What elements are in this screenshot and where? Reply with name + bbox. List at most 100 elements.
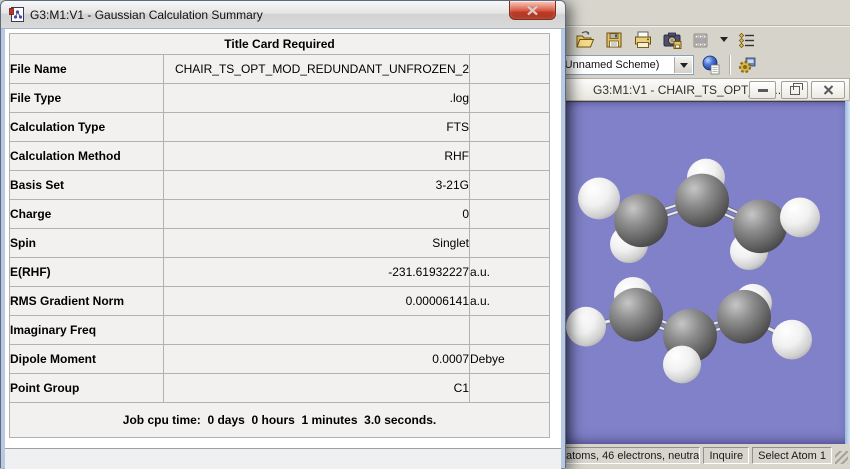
main-toolbar [556,27,850,52]
item-list-icon[interactable] [737,30,757,50]
cell-label: Basis Set [9,170,164,200]
cell-label: E(RHF) [9,257,164,287]
dialog-titlebar[interactable]: G3:M1:V1 - Gaussian Calculation Summary [1,1,565,29]
summary-table: Title Card Required File Name CHAIR_TS_OP… [9,33,550,438]
hydrogen-atom[interactable] [772,319,812,360]
cell-value: C1 [163,373,470,403]
table-row: Charge 0 [9,199,550,229]
preferences-gear-icon [738,57,756,74]
movie-icon[interactable] [691,30,711,50]
cell-label: Imaginary Freq [9,315,164,345]
child-window-right-frame [845,101,850,444]
table-header-row: Title Card Required [9,33,550,55]
cell-label: Spin [9,228,164,258]
atom-layer [566,158,820,384]
table-row: Calculation Type FTS [9,112,550,142]
cell-label: Calculation Method [9,141,164,171]
chevron-down-icon [679,62,688,68]
cell-label: File Name [9,54,164,84]
scheme-orb-button[interactable] [699,54,723,76]
cell-unit [469,54,550,84]
child-close-button[interactable] [811,81,845,99]
cell-value [163,315,470,345]
close-icon [526,4,539,16]
resize-grip[interactable] [835,451,848,464]
cell-value: 0.0007 [163,344,470,374]
status-bar: atoms, 46 electrons, neutral, sin Inquir… [556,444,850,468]
table-footer-row: Job cpu time: 0 days 0 hours 1 minutes 3… [9,402,550,438]
molecule-viewport[interactable] [562,101,845,444]
cell-value: RHF [163,141,470,171]
child-restore-button[interactable] [781,81,808,99]
cell-unit: Debye [469,344,550,374]
status-molecule-info: atoms, 46 electrons, neutral, sin [560,447,701,464]
hydrogen-atom[interactable] [566,306,606,347]
cell-unit: a.u. [469,286,550,316]
dialog-close-button[interactable] [509,1,556,20]
cell-unit [469,83,550,113]
cell-value: FTS [163,112,470,142]
carbon-atom[interactable] [609,287,663,342]
close-icon [823,85,833,95]
preferences-button[interactable] [735,54,759,76]
scheme-combo-value: (Unnamed Scheme) [561,59,660,71]
molecule-canvas [566,158,820,384]
summary-table-body: File Name CHAIR_TS_OPT_MOD_REDUNDANT_UNFR… [9,54,550,403]
cell-value: 0.00006141 [163,286,470,316]
cell-unit [469,373,550,403]
minimize-icon [757,88,768,92]
status-select-atom: Select Atom 1 [752,447,832,464]
carbon-atom[interactable] [733,199,787,254]
cell-value: CHAIR_TS_OPT_MOD_REDUNDANT_UNFROZEN_2 [163,54,470,84]
table-row: File Type .log [9,83,550,113]
dialog-bottom-strip [5,448,561,469]
cell-unit [469,170,550,200]
table-row: Spin Singlet [9,228,550,258]
cell-value: 3-21G [163,170,470,200]
cell-value: 0 [163,199,470,229]
cell-label: Calculation Type [9,112,164,142]
scheme-combo-dropdown-button[interactable] [674,57,692,73]
calculation-summary-dialog: G3:M1:V1 - Gaussian Calculation Summary … [0,0,566,469]
job-cpu-time: Job cpu time: 0 days 0 hours 1 minutes 3… [9,402,550,438]
cell-unit [469,199,550,229]
molecule-child-window: G3:M1:V1 - CHAIR_TS_OPT_MO... [562,78,850,444]
dialog-body: Title Card Required File Name CHAIR_TS_OP… [5,29,561,469]
hydrogen-atom[interactable] [663,345,701,384]
scheme-combo[interactable]: (Unnamed Scheme) [556,55,694,75]
cell-value: .log [163,83,470,113]
cell-label: RMS Gradient Norm [9,286,164,316]
child-window-titlebar[interactable]: G3:M1:V1 - CHAIR_TS_OPT_MO... [562,78,850,101]
cell-unit [469,228,550,258]
table-row: Dipole Moment 0.0007 Debye [9,344,550,374]
cell-label: File Type [9,83,164,113]
carbon-atom[interactable] [614,193,668,248]
hydrogen-atom[interactable] [780,197,820,238]
gaussview-doc-icon [9,7,24,22]
capture-image-icon[interactable] [662,30,682,50]
table-row: Point Group C1 [9,373,550,403]
restore-icon [789,82,803,95]
table-row: Calculation Method RHF [9,141,550,171]
carbon-atom[interactable] [675,173,729,228]
cell-value: Singlet [163,228,470,258]
child-minimize-button[interactable] [749,81,776,99]
cell-unit [469,315,550,345]
save-icon[interactable] [604,30,624,50]
hydrogen-atom[interactable] [578,177,620,220]
table-row: Imaginary Freq [9,315,550,345]
movie-dropdown-arrow-icon[interactable] [720,37,728,42]
open-file-icon[interactable] [575,30,595,50]
cell-value: -231.61932227 [163,257,470,287]
table-row: Basis Set 3-21G [9,170,550,200]
table-header: Title Card Required [9,33,550,55]
scheme-orb-icon [702,55,720,75]
dialog-title: G3:M1:V1 - Gaussian Calculation Summary [30,7,263,22]
print-icon[interactable] [633,30,653,50]
carbon-atom[interactable] [717,289,771,344]
table-row: File Name CHAIR_TS_OPT_MOD_REDUNDANT_UNFR… [9,54,550,84]
cell-unit [469,112,550,142]
cell-label: Charge [9,199,164,229]
cell-label: Dipole Moment [9,344,164,374]
cell-unit [469,141,550,171]
